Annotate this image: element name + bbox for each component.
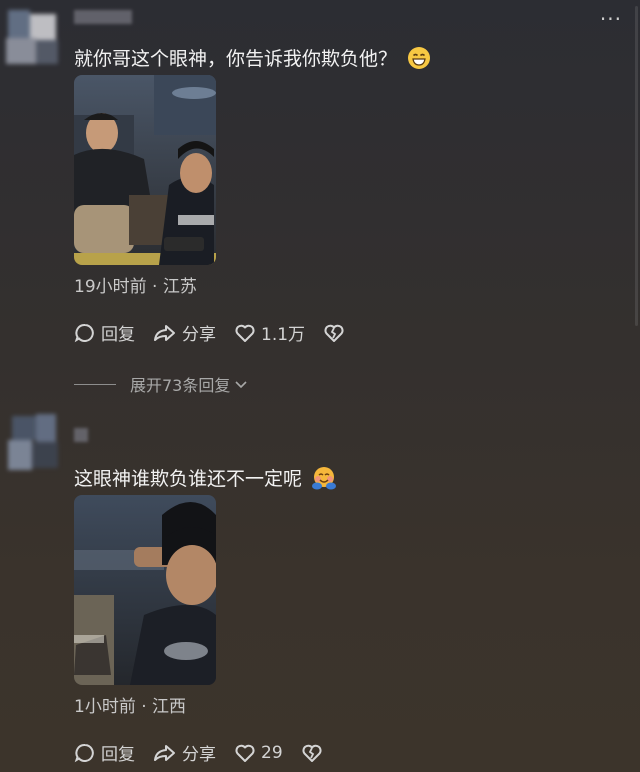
divider [74,383,116,385]
hugging-face-emoji-icon [312,466,337,490]
comment-text-content: 就你哥这个眼神，你告诉我你欺负他？ [74,48,398,70]
broken-heart-icon [302,744,322,762]
comment-meta: 1小时前 · 江西 [74,697,187,717]
comment-image[interactable] [74,75,216,265]
comment-text: 就你哥这个眼神，你告诉我你欺负他？ [74,44,431,71]
comment-bubble-icon [74,743,94,762]
comment-image[interactable] [74,495,216,685]
expand-replies-label: 展开73条回复 [130,376,231,395]
like-button[interactable]: 1.1万 [234,320,305,345]
share-button[interactable]: 分享 [153,740,216,765]
share-button[interactable]: 分享 [153,320,216,345]
reply-label: 回复 [101,745,135,765]
share-arrow-icon [154,324,175,341]
share-arrow-icon [154,744,175,761]
heart-icon [235,744,255,762]
broken-heart-icon [324,324,344,342]
username[interactable] [74,428,88,442]
like-button[interactable]: 29 [234,742,283,764]
comment-bubble-icon [74,323,94,342]
share-label: 分享 [182,745,216,765]
like-count: 29 [261,742,283,763]
like-count: 1.1万 [261,325,306,345]
expand-replies-button[interactable]: 展开73条回复 [74,372,249,396]
username[interactable] [74,10,132,24]
comment-text: 这眼神谁欺负谁还不一定呢 [74,464,337,491]
comment-meta: 19小时前 · 江苏 [74,277,197,297]
more-options-button[interactable]: ··· [600,9,622,29]
reply-button[interactable]: 回复 [74,740,135,765]
scrollbar[interactable] [635,6,638,326]
share-label: 分享 [182,325,216,345]
comment-actions: 回复 分享 29 [74,740,323,765]
reply-button[interactable]: 回复 [74,320,135,345]
comment-text-content: 这眼神谁欺负谁还不一定呢 [74,468,303,490]
reply-label: 回复 [101,325,135,345]
dislike-button[interactable] [301,742,323,764]
comment-actions: 回复 分享 1.1万 [74,320,345,345]
dislike-button[interactable] [323,322,345,344]
avatar[interactable] [2,6,60,68]
chevron-down-icon [235,381,247,389]
heart-icon [235,324,255,342]
avatar[interactable] [2,412,60,474]
grinning-emoji-icon [407,46,431,70]
